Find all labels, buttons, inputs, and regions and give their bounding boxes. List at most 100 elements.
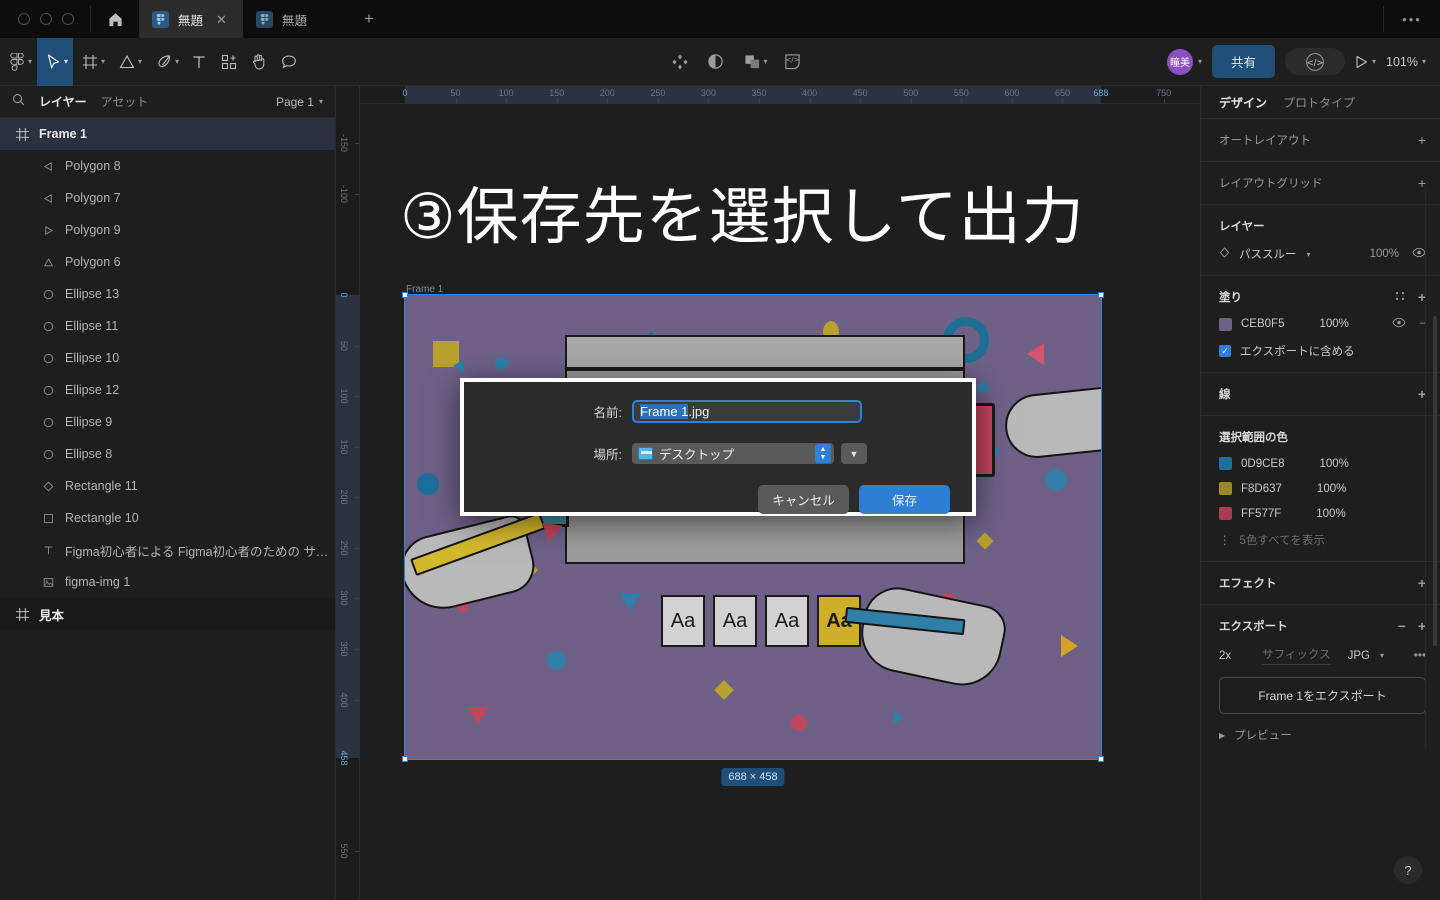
stepper-updown-icon[interactable]: ▲▼ <box>815 444 831 463</box>
expand-browser-button[interactable]: ▼ <box>841 443 867 464</box>
remove-export-button[interactable]: − <box>1398 618 1406 634</box>
show-all-colors-row[interactable]: ⋮ 5色すべてを表示 <box>1219 532 1426 548</box>
contrast-icon[interactable] <box>700 38 731 86</box>
present-button[interactable]: ▾ <box>1355 55 1376 69</box>
layer-row-ellipse-9[interactable]: Ellipse 9 <box>0 406 335 438</box>
checkbox-checked-icon[interactable]: ✓ <box>1219 345 1231 357</box>
text-icon[interactable] <box>184 38 214 86</box>
color-swatch[interactable] <box>1219 482 1232 495</box>
hand-icon[interactable] <box>244 38 274 86</box>
move-cursor-icon[interactable]: ▾ <box>37 38 73 86</box>
location-select[interactable]: デスクトップ ▲▼ <box>632 443 834 464</box>
components-icon[interactable] <box>214 38 244 86</box>
layer-row-figma-figma[interactable]: Figma初心者による Figma初心者のための サムネ... <box>0 534 335 566</box>
frame-label[interactable]: Frame 1 <box>406 284 443 295</box>
artboard-frame-1[interactable]: サムネイル作成 Aa Aa Aa Aa <box>405 295 1101 759</box>
vertical-ruler[interactable]: -150-100050100150200250300350400458550 <box>336 86 360 900</box>
layer-row-polygon-9[interactable]: Polygon 9 <box>0 214 335 246</box>
search-icon[interactable] <box>12 93 25 111</box>
layer-row-rectangle-11[interactable]: Rectangle 11 <box>0 470 335 502</box>
filename-input[interactable]: Frame 1.jpg <box>632 400 862 423</box>
fill-opacity-value[interactable]: 100% <box>1319 318 1348 330</box>
include-in-export-row[interactable]: ✓ エクスポートに含める <box>1219 343 1426 359</box>
selection-color-row[interactable]: 0D9CE8100% <box>1219 457 1426 470</box>
mask-icon[interactable]: ▾ <box>735 38 773 86</box>
horizontal-ruler[interactable]: 0501001502002503003504004505005506006506… <box>336 86 1200 104</box>
tab-layers[interactable]: レイヤー <box>39 93 87 110</box>
close-icon[interactable]: ✕ <box>216 13 227 26</box>
add-layoutgrid-button[interactable]: + <box>1418 175 1426 191</box>
tab-design[interactable]: デザイン <box>1219 94 1267 111</box>
chevron-down-icon[interactable]: ▾ <box>175 57 179 66</box>
maximize-window-button[interactable] <box>62 13 74 25</box>
chevron-down-icon[interactable]: ▾ <box>28 57 32 66</box>
chevron-down-icon[interactable]: ▾ <box>138 57 142 66</box>
selection-handle-bl[interactable] <box>402 756 408 762</box>
close-window-button[interactable] <box>18 13 30 25</box>
selection-handle-tl[interactable] <box>402 292 408 298</box>
eye-icon[interactable] <box>1412 247 1426 261</box>
layer-row-polygon-7[interactable]: Polygon 7 <box>0 182 335 214</box>
chevron-down-icon[interactable]: ▾ <box>64 57 68 66</box>
figma-menu-icon[interactable]: ▾ <box>0 38 37 86</box>
share-button[interactable]: 共有 <box>1212 45 1275 78</box>
chevron-down-icon[interactable]: ▾ <box>1372 57 1376 66</box>
add-autolayout-button[interactable]: + <box>1418 132 1426 148</box>
eye-icon[interactable] <box>1392 317 1406 331</box>
layer-row-ellipse-11[interactable]: Ellipse 11 <box>0 310 335 342</box>
new-tab-button[interactable]: + <box>347 0 391 38</box>
layer-row-ellipse-13[interactable]: Ellipse 13 <box>0 278 335 310</box>
cancel-button[interactable]: キャンセル <box>758 485 849 514</box>
window-more-button[interactable]: ••• <box>1384 0 1440 38</box>
code-icon[interactable]: </> <box>1285 48 1345 75</box>
chevron-down-icon[interactable]: ▾ <box>1307 250 1311 259</box>
layer-row-figma-img-1[interactable]: figma-img 1 <box>0 566 335 598</box>
design-panel-scrollbar[interactable] <box>1433 316 1437 646</box>
chevron-right-icon[interactable]: ▶ <box>1219 731 1225 740</box>
layer-row-ellipse-12[interactable]: Ellipse 12 <box>0 374 335 406</box>
comment-icon[interactable] <box>274 38 304 86</box>
export-scale-value[interactable]: 2x <box>1219 650 1231 662</box>
layer-opacity-value[interactable]: 100% <box>1370 248 1399 260</box>
chevron-down-icon[interactable]: ▾ <box>764 57 768 66</box>
minimize-window-button[interactable] <box>40 13 52 25</box>
color-swatch[interactable] <box>1219 457 1232 470</box>
export-format-value[interactable]: JPG <box>1348 650 1370 662</box>
chevron-down-icon[interactable]: ▾ <box>1422 57 1426 66</box>
color-swatch[interactable] <box>1219 507 1232 520</box>
tab-untitled-1[interactable]: 無題 ✕ <box>139 0 243 38</box>
layer-row-polygon-6[interactable]: Polygon 6 <box>0 246 335 278</box>
layer-row-[interactable]: 見本 <box>0 598 335 630</box>
selection-color-row[interactable]: F8D637100% <box>1219 482 1426 495</box>
show-all-colors-label[interactable]: 5色すべてを表示 <box>1240 532 1325 548</box>
layer-row-ellipse-10[interactable]: Ellipse 10 <box>0 342 335 374</box>
frame-icon[interactable]: ▾ <box>73 38 110 86</box>
layer-row-ellipse-8[interactable]: Ellipse 8 <box>0 438 335 470</box>
chevron-down-icon[interactable]: ▾ <box>1380 651 1384 660</box>
tab-prototype[interactable]: プロトタイプ <box>1283 94 1355 111</box>
export-suffix-input[interactable]: サフィックス <box>1262 646 1330 665</box>
fill-styles-icon[interactable] <box>1394 289 1406 305</box>
page-selector[interactable]: Page 1 ▾ <box>276 95 323 109</box>
help-button[interactable]: ? <box>1394 856 1422 884</box>
layer-row-frame-1[interactable]: Frame 1 <box>0 118 335 150</box>
user-avatar-group[interactable]: 瞳美 ▾ <box>1167 49 1202 75</box>
tab-assets[interactable]: アセット <box>101 93 149 110</box>
home-icon[interactable] <box>91 0 139 38</box>
fill-hex-value[interactable]: CEB0F5 <box>1241 318 1284 330</box>
zoom-control[interactable]: 101% ▾ <box>1386 55 1426 69</box>
actions-diamond-icon[interactable] <box>664 38 696 86</box>
avatar[interactable]: 瞳美 <box>1167 49 1193 75</box>
window-controls[interactable] <box>0 0 90 38</box>
save-button[interactable]: 保存 <box>859 485 950 514</box>
fill-swatch[interactable] <box>1219 318 1232 331</box>
preview-row[interactable]: ▶ プレビュー <box>1219 727 1426 743</box>
dev-mode-icon[interactable]: </> <box>777 38 808 86</box>
pen-icon[interactable]: ▾ <box>147 38 184 86</box>
layer-row-polygon-8[interactable]: Polygon 8 <box>0 150 335 182</box>
blend-mode-value[interactable]: パススルー <box>1239 246 1297 262</box>
export-frame-button[interactable]: Frame 1をエクスポート <box>1219 677 1426 714</box>
layer-row-rectangle-10[interactable]: Rectangle 10 <box>0 502 335 534</box>
selection-color-row[interactable]: FF577F100% <box>1219 507 1426 520</box>
shape-triangle-icon[interactable]: ▾ <box>110 38 147 86</box>
